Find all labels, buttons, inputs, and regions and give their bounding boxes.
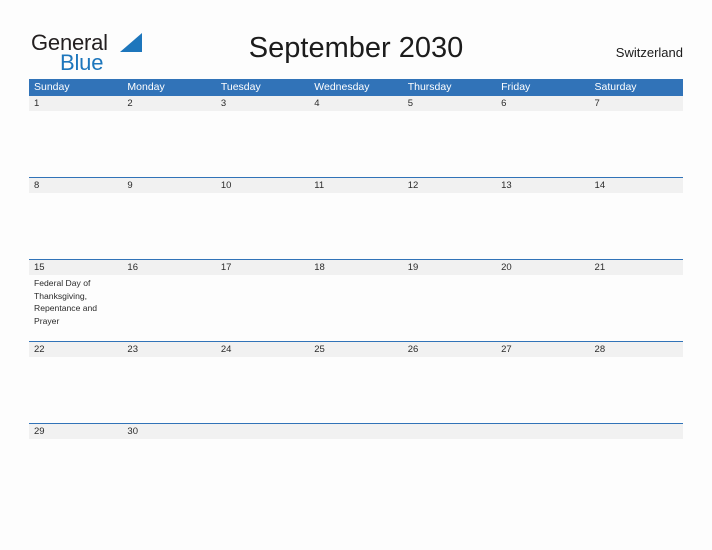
day-event [403, 439, 496, 451]
week-event-band [29, 357, 683, 423]
day-event[interactable] [403, 275, 496, 341]
day-number[interactable]: 10 [216, 178, 309, 193]
day-number[interactable]: 23 [122, 342, 215, 357]
day-event[interactable] [496, 193, 589, 259]
day-number-empty [309, 424, 402, 439]
day-number[interactable]: 12 [403, 178, 496, 193]
day-event[interactable] [29, 193, 122, 259]
day-event[interactable] [590, 193, 683, 259]
day-number[interactable]: 21 [590, 260, 683, 275]
day-number[interactable]: 5 [403, 96, 496, 111]
day-event[interactable] [216, 357, 309, 423]
week-event-band [29, 439, 683, 451]
weekday-header-friday: Friday [501, 81, 531, 93]
week-event-band [29, 111, 683, 177]
day-number-empty [496, 424, 589, 439]
day-event [309, 439, 402, 451]
weekday-header-sunday: Sunday [34, 81, 70, 93]
day-number[interactable]: 2 [122, 96, 215, 111]
region-label: Switzerland [615, 45, 683, 60]
week-row: 29 30 [29, 423, 683, 451]
day-number[interactable]: 26 [403, 342, 496, 357]
weekday-header-wednesday: Wednesday [314, 81, 370, 93]
day-event[interactable] [216, 193, 309, 259]
day-number[interactable]: 25 [309, 342, 402, 357]
week-row: 1 2 3 4 5 6 7 [29, 96, 683, 177]
day-number[interactable]: 14 [590, 178, 683, 193]
day-event[interactable] [403, 357, 496, 423]
page-title: September 2030 [248, 32, 464, 64]
day-number[interactable]: 9 [122, 178, 215, 193]
day-number[interactable]: 1 [29, 96, 122, 111]
day-number[interactable]: 4 [309, 96, 402, 111]
weekday-header-monday: Monday [127, 81, 165, 93]
day-number[interactable]: 29 [29, 424, 122, 439]
day-event[interactable] [309, 193, 402, 259]
week-row: 8 9 10 11 12 13 14 [29, 177, 683, 259]
day-event[interactable] [122, 275, 215, 341]
week-date-band: 15 16 17 18 19 20 21 [29, 260, 683, 275]
day-number[interactable]: 3 [216, 96, 309, 111]
day-event[interactable] [590, 357, 683, 423]
day-event-holiday[interactable]: Federal Day of Thanksgiving, Repentance … [29, 275, 122, 341]
day-event[interactable] [590, 275, 683, 341]
calendar-grid: Sunday Monday Tuesday Wednesday Thursday… [29, 79, 683, 451]
day-event[interactable] [496, 111, 589, 177]
day-number[interactable]: 16 [122, 260, 215, 275]
week-date-band: 8 9 10 11 12 13 14 [29, 178, 683, 193]
day-number[interactable]: 15 [29, 260, 122, 275]
day-number[interactable]: 7 [590, 96, 683, 111]
week-row: 15 16 17 18 19 20 21 Federal Day of Than… [29, 259, 683, 341]
day-number[interactable]: 20 [496, 260, 589, 275]
weekday-header-saturday: Saturday [594, 81, 637, 93]
day-event[interactable] [29, 357, 122, 423]
day-event[interactable] [29, 439, 122, 451]
day-event[interactable] [309, 275, 402, 341]
weekday-header-tuesday: Tuesday [220, 81, 261, 93]
week-date-band: 29 30 [29, 424, 683, 439]
page-header: General Blue September 2030 Switzerland [0, 0, 712, 76]
week-event-band: Federal Day of Thanksgiving, Repentance … [29, 275, 683, 341]
day-event[interactable] [403, 193, 496, 259]
day-number[interactable]: 6 [496, 96, 589, 111]
day-event[interactable] [496, 357, 589, 423]
day-event[interactable] [216, 111, 309, 177]
day-number[interactable]: 24 [216, 342, 309, 357]
day-event[interactable] [122, 193, 215, 259]
weekday-header-row: Sunday Monday Tuesday Wednesday Thursday… [29, 79, 683, 96]
day-event[interactable] [309, 111, 402, 177]
day-number[interactable]: 8 [29, 178, 122, 193]
day-event [496, 439, 589, 451]
day-event[interactable] [496, 275, 589, 341]
week-row: 22 23 24 25 26 27 28 [29, 341, 683, 423]
week-event-band [29, 193, 683, 259]
day-number-empty [216, 424, 309, 439]
day-event[interactable] [122, 357, 215, 423]
day-event[interactable] [29, 111, 122, 177]
week-date-band: 1 2 3 4 5 6 7 [29, 96, 683, 111]
week-date-band: 22 23 24 25 26 27 28 [29, 342, 683, 357]
day-event[interactable] [216, 275, 309, 341]
day-event[interactable] [403, 111, 496, 177]
day-event [590, 439, 683, 451]
day-number-empty [590, 424, 683, 439]
weekday-header-thursday: Thursday [407, 81, 452, 93]
day-event [216, 439, 309, 451]
day-number[interactable]: 17 [216, 260, 309, 275]
day-number-empty [403, 424, 496, 439]
day-number[interactable]: 13 [496, 178, 589, 193]
day-number[interactable]: 28 [590, 342, 683, 357]
day-event[interactable] [590, 111, 683, 177]
day-number[interactable]: 27 [496, 342, 589, 357]
day-number[interactable]: 11 [309, 178, 402, 193]
day-event[interactable] [122, 439, 215, 451]
day-number[interactable]: 18 [309, 260, 402, 275]
day-number[interactable]: 22 [29, 342, 122, 357]
day-number[interactable]: 19 [403, 260, 496, 275]
day-number[interactable]: 30 [122, 424, 215, 439]
day-event[interactable] [122, 111, 215, 177]
day-event[interactable] [309, 357, 402, 423]
